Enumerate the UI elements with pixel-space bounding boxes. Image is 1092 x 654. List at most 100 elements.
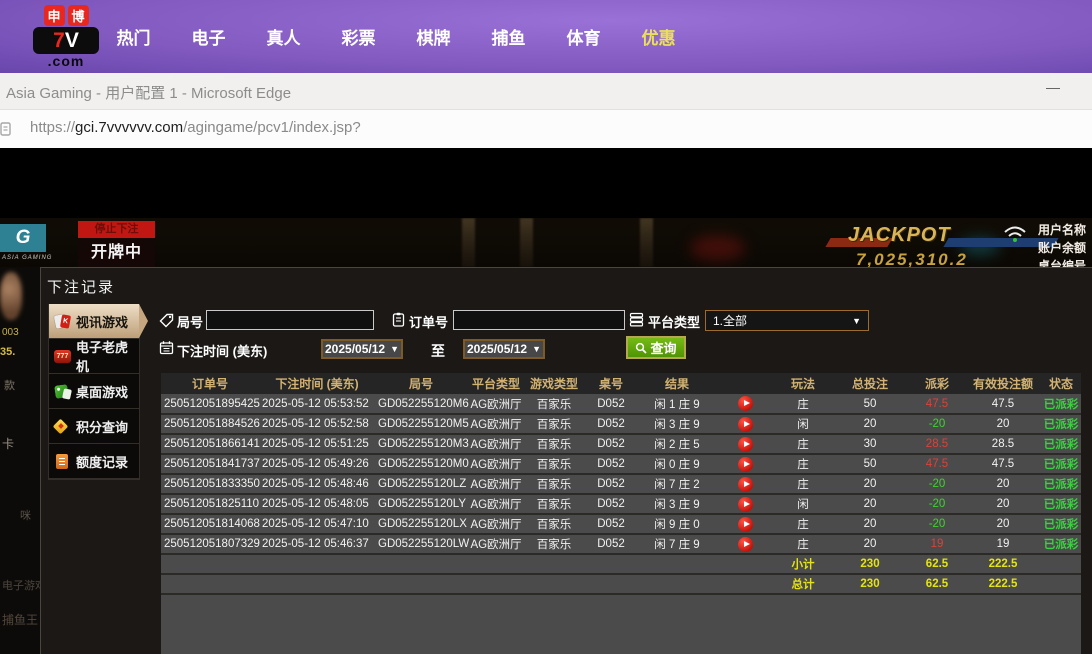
- url-scheme: https://: [30, 119, 75, 136]
- query-button[interactable]: 查询: [626, 336, 686, 359]
- records-table-container: 订单号 下注时间 (美东) 局号 平台类型 游戏类型 桌号 结果 玩法 总投注 …: [161, 373, 1081, 654]
- cell-table-no: D052: [583, 514, 639, 534]
- cell-play-type: 闲: [775, 494, 831, 514]
- cell-valid-bet: 20: [965, 494, 1041, 514]
- document-icon: [54, 453, 71, 470]
- col-game-type: 游戏类型: [525, 373, 583, 394]
- cell-status: 已派彩: [1041, 534, 1081, 554]
- cell-result: 闲 2 庄 5: [639, 434, 715, 454]
- table-row: 250512051895425 2025-05-12 05:53:52 GD05…: [161, 394, 1081, 414]
- nav-item[interactable]: 电子: [171, 24, 246, 49]
- cell-table-no: D052: [583, 414, 639, 434]
- cell-table-no: D052: [583, 474, 639, 494]
- cell-platform: AG欧洲厅: [467, 434, 525, 454]
- cell-bet-time: 2025-05-12 05:52:58: [259, 414, 375, 434]
- sidebar-item-label: 积分查询: [76, 417, 128, 436]
- cell-total-bet: 30: [831, 434, 909, 454]
- sidebar-item-live-games[interactable]: 视讯游戏: [49, 304, 139, 339]
- logo-tld: .com: [25, 54, 107, 68]
- replay-play-button[interactable]: [738, 457, 753, 472]
- order-no-label: 订单号: [409, 312, 448, 331]
- cell-round-no: GD052255120LW: [375, 534, 467, 554]
- replay-play-button[interactable]: [738, 437, 753, 452]
- address-bar[interactable]: https://gci.7vvvvvv.com/agingame/pcv1/in…: [30, 119, 361, 136]
- cell-total-bet: 20: [831, 534, 909, 554]
- nav-item[interactable]: 捕鱼: [471, 24, 546, 49]
- cell-valid-bet: 20: [965, 474, 1041, 494]
- cell-total-bet: 50: [831, 394, 909, 414]
- table-games-icon: [54, 383, 71, 400]
- cell-payout: -20: [909, 514, 965, 534]
- asia-gaming-brand: ASIA GAMING: [2, 255, 52, 261]
- date-to-picker[interactable]: 2025/05/12 ▼: [463, 339, 545, 359]
- cell-bet-time: 2025-05-12 05:51:25: [259, 434, 375, 454]
- replay-play-button[interactable]: [738, 497, 753, 512]
- platform-type-select[interactable]: 1.全部 ▼: [705, 310, 869, 331]
- cell-order-no: 250512051814068: [161, 514, 259, 534]
- cell-total-bet: 20: [831, 514, 909, 534]
- cell-order-no: 250512051807329: [161, 534, 259, 554]
- cell-table-no: D052: [583, 394, 639, 414]
- cell-payout: -20: [909, 494, 965, 514]
- cell-platform: AG欧洲厅: [467, 454, 525, 474]
- nav-item[interactable]: 热门: [96, 24, 171, 49]
- background-fragment: 卡: [2, 435, 14, 452]
- main-menu: 热门 电子 真人 彩票 棋牌 捕鱼 体育 优惠: [96, 0, 696, 73]
- cell-status: 已派彩: [1041, 494, 1081, 514]
- nav-item[interactable]: 优惠: [621, 24, 696, 49]
- slot-machine-icon: [54, 348, 71, 365]
- replay-play-button[interactable]: [738, 517, 753, 532]
- order-no-input[interactable]: [453, 310, 625, 330]
- cell-status: 已派彩: [1041, 514, 1081, 534]
- jackpot-label: JACKPOT: [848, 224, 951, 247]
- site-logo[interactable]: 申 博 7 V .com: [25, 5, 107, 69]
- cell-game-type: 百家乐: [525, 394, 583, 414]
- sidebar-item-credit-records[interactable]: 额度记录: [49, 444, 139, 479]
- platform-type-value: 1.全部: [713, 312, 747, 329]
- minimize-button[interactable]: —: [1046, 79, 1060, 95]
- query-button-label: 查询: [650, 338, 676, 357]
- replay-play-button[interactable]: [738, 396, 753, 411]
- cell-result: 闲 7 庄 2: [639, 474, 715, 494]
- sidebar: 视讯游戏 电子老虎机 桌面游戏 积分查询 额度记录: [48, 304, 140, 480]
- cell-table-no: D052: [583, 434, 639, 454]
- replay-play-button[interactable]: [738, 477, 753, 492]
- nav-item[interactable]: 棋牌: [396, 24, 471, 49]
- cell-game-type: 百家乐: [525, 494, 583, 514]
- user-info-line: 账户余额: [1038, 239, 1086, 257]
- sidebar-item-points-query[interactable]: 积分查询: [49, 409, 139, 444]
- sidebar-item-table-games[interactable]: 桌面游戏: [49, 374, 139, 409]
- cell-valid-bet: 28.5: [965, 434, 1041, 454]
- sidebar-item-slots[interactable]: 电子老虎机: [49, 339, 139, 374]
- cell-payout: 19: [909, 534, 965, 554]
- page-lock-icon: [0, 121, 13, 137]
- cell-round-no: GD052255120M0: [375, 454, 467, 474]
- col-bet-time: 下注时间 (美东): [259, 373, 375, 394]
- cell-game-type: 百家乐: [525, 474, 583, 494]
- replay-play-button[interactable]: [738, 537, 753, 552]
- wifi-icon: [1002, 224, 1028, 244]
- cell-replay: [715, 474, 775, 494]
- round-no-input[interactable]: [206, 310, 374, 330]
- cell-valid-bet: 20: [965, 414, 1041, 434]
- cell-round-no: GD052255120M5: [375, 414, 467, 434]
- cell-play-type: 庄: [775, 514, 831, 534]
- search-icon: [635, 342, 647, 354]
- cell-result: 闲 3 庄 9: [639, 494, 715, 514]
- nav-item[interactable]: 真人: [246, 24, 321, 49]
- background-fragment: 35.: [0, 346, 15, 358]
- cell-round-no: GD052255120M6: [375, 394, 467, 414]
- cell-result: 闲 0 庄 9: [639, 454, 715, 474]
- replay-play-button[interactable]: [738, 417, 753, 432]
- diamond-icon: [54, 418, 71, 435]
- nav-item[interactable]: 彩票: [321, 24, 396, 49]
- chevron-down-icon: ▼: [390, 344, 399, 354]
- date-from-picker[interactable]: 2025/05/12 ▼: [321, 339, 403, 359]
- cell-order-no: 250512051884526: [161, 414, 259, 434]
- nav-item[interactable]: 体育: [546, 24, 621, 49]
- subtotal-label: 小计: [775, 554, 831, 574]
- subtotal-bet: 230: [831, 554, 909, 574]
- background-fragment: 电子游戏: [2, 577, 40, 593]
- cell-payout: -20: [909, 414, 965, 434]
- cell-platform: AG欧洲厅: [467, 474, 525, 494]
